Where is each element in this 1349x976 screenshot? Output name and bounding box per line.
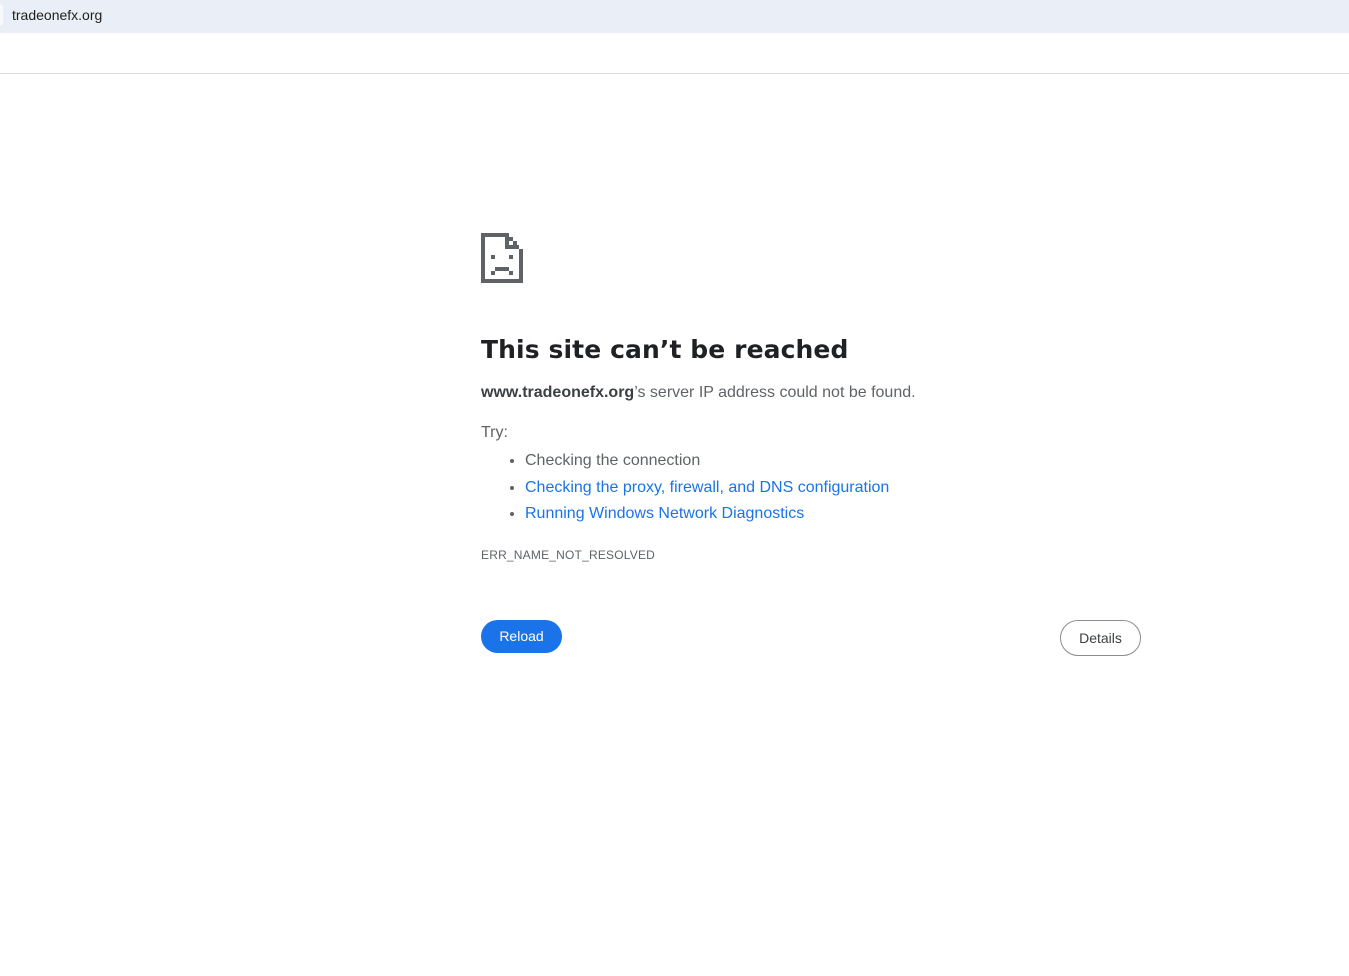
- toolbar: [0, 33, 1349, 74]
- error-host: www.tradeonefx.org: [481, 384, 635, 401]
- suggestion-proxy-link[interactable]: Checking the proxy, firewall, and DNS co…: [525, 479, 889, 496]
- suggestion-check-connection: Checking the connection: [525, 452, 701, 469]
- error-title: This site can’t be reached: [481, 335, 1141, 364]
- try-label: Try:: [481, 424, 508, 441]
- button-row: Reload Details: [481, 619, 1141, 656]
- suggestion-list: Checking the connection Checking the pro…: [481, 448, 1141, 528]
- error-description: www.tradeonefx.org’s server IP address c…: [481, 384, 1141, 402]
- sad-page-icon: [481, 233, 523, 283]
- list-item: Checking the proxy, firewall, and DNS co…: [525, 475, 1141, 502]
- list-item: Running Windows Network Diagnostics: [525, 501, 1141, 528]
- address-bar[interactable]: tradeonefx.org: [0, 0, 1349, 33]
- tab-edge: [0, 4, 3, 26]
- suggestion-diagnostics-link[interactable]: Running Windows Network Diagnostics: [525, 505, 804, 522]
- reload-button[interactable]: Reload: [481, 619, 562, 653]
- list-item: Checking the connection: [525, 448, 1141, 475]
- error-code: ERR_NAME_NOT_RESOLVED: [481, 547, 656, 562]
- error-description-suffix: ’s server IP address could not be found.: [634, 384, 916, 401]
- details-button[interactable]: Details: [1060, 619, 1141, 656]
- error-page: This site can’t be reached www.tradeonef…: [481, 233, 1141, 656]
- error-title-text: This site can’t be reached: [481, 335, 849, 364]
- address-text[interactable]: tradeonefx.org: [12, 7, 102, 23]
